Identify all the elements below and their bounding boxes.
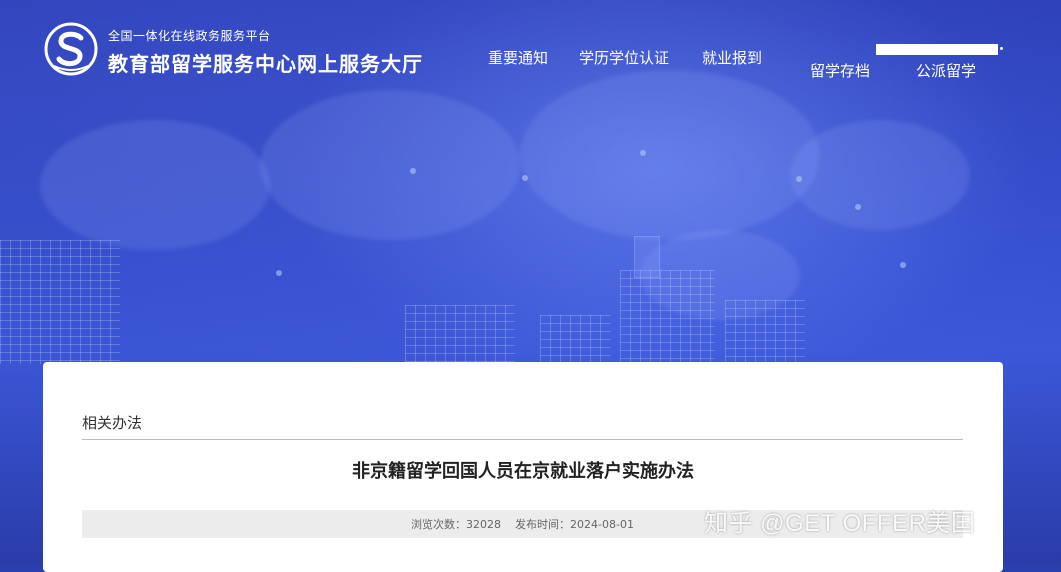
article-title: 非京籍留学回国人员在京就业落户实施办法	[352, 461, 694, 482]
platform-subtitle: 全国一体化在线政务服务平台	[108, 29, 271, 43]
map-node	[900, 262, 906, 268]
building-illustration	[634, 236, 660, 278]
breadcrumb[interactable]: 相关办法	[82, 412, 142, 433]
nav-employment-registration[interactable]: 就业报到	[702, 47, 762, 68]
publish-date: 发布时间：2024-08-01	[515, 516, 634, 532]
zhihu-watermark: 知乎 @GET OFFER美国	[704, 510, 976, 537]
service-center-logo-icon[interactable]	[44, 22, 98, 76]
views-label: 浏览次数：	[411, 518, 467, 531]
nav-degree-certification[interactable]: 学历学位认证	[579, 47, 669, 68]
nav-important-notices[interactable]: 重要通知	[488, 47, 548, 68]
building-illustration	[725, 300, 805, 365]
publish-label: 发布时间：	[515, 518, 571, 531]
nav-study-abroad-archive[interactable]: 留学存档	[810, 60, 870, 81]
views-value: 32028	[466, 518, 502, 531]
nav-government-sponsored[interactable]: 公派留学	[916, 60, 976, 81]
site-title[interactable]: 教育部留学服务中心网上服务大厅	[108, 48, 423, 77]
building-illustration	[405, 305, 515, 365]
map-node	[796, 176, 802, 182]
publish-value: 2024-08-01	[570, 518, 634, 531]
map-node	[640, 150, 646, 156]
map-continent-shape	[520, 70, 820, 240]
building-illustration	[540, 315, 610, 365]
building-illustration	[620, 270, 715, 365]
redacted-user-area-dot	[1000, 47, 1003, 50]
map-continent-shape	[40, 120, 270, 250]
content-card: 相关办法 非京籍留学回国人员在京就业落户实施办法 浏览次数：32028 发布时间…	[43, 362, 1003, 572]
map-node	[855, 204, 861, 210]
map-node	[276, 270, 282, 276]
views-count: 浏览次数：32028	[411, 516, 501, 532]
map-continent-shape	[790, 120, 970, 230]
map-node	[522, 175, 528, 181]
building-illustration	[0, 240, 120, 364]
breadcrumb-divider	[82, 439, 963, 440]
map-node	[410, 168, 416, 174]
map-continent-shape	[260, 90, 520, 240]
redacted-user-area	[876, 44, 998, 55]
